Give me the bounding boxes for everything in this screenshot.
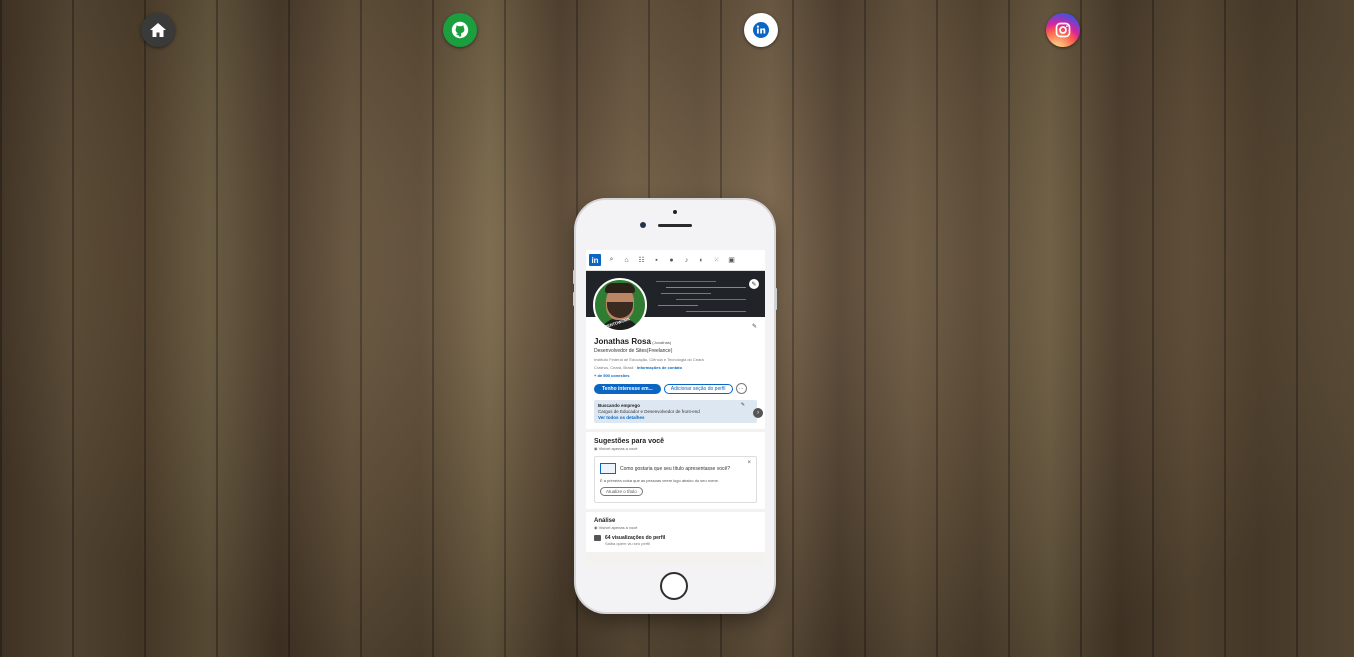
- me-avatar-icon[interactable]: ◐: [697, 256, 706, 265]
- home-icon: [150, 23, 166, 37]
- open-to-work-link[interactable]: Ver todos os detalhes: [598, 415, 745, 420]
- sensor: [673, 210, 677, 214]
- profile-education: Instituto Federal de Educação, Ciência e…: [594, 357, 704, 362]
- linkedin-navbar: in ⌕ ⌂ ☷ ▪ ● ♪ ◐ ⁙ ▣: [586, 250, 765, 271]
- profile-location: Cratéus, Ceará, Brasil: [594, 365, 634, 370]
- eye-icon: ◉: [594, 446, 598, 451]
- phone-home-button: [660, 572, 688, 600]
- profile-headline: Desenvolvedor de Sites(Freelance): [594, 348, 673, 354]
- profile-views-sub: Saiba quem viu seu perfil: [605, 541, 650, 546]
- linkedin-logo[interactable]: in: [589, 254, 601, 266]
- analytics-visibility: Visível apenas a você: [598, 525, 638, 530]
- phone-mockup: in ⌕ ⌂ ☷ ▪ ● ♪ ◐ ⁙ ▣ ✎ #OPENTOWORK ✎ Jon…: [573, 200, 777, 612]
- profile-name: Jonathas Rosa: [594, 337, 651, 346]
- eye-icon: ◉: [594, 525, 598, 530]
- open-to-button[interactable]: Tenho interesse em...: [594, 383, 661, 394]
- phone-screen: in ⌕ ⌂ ☷ ▪ ● ♪ ◐ ⁙ ▣ ✎ #OPENTOWORK ✎ Jon…: [586, 250, 765, 566]
- profile-pronoun: (Jonathas): [652, 340, 672, 345]
- home-nav-icon[interactable]: ⌂: [622, 256, 631, 265]
- edit-banner-icon[interactable]: ✎: [749, 279, 759, 289]
- add-section-button[interactable]: Adicionar seção do perfil: [663, 383, 733, 394]
- contact-info-link[interactable]: Informações de contato: [637, 365, 682, 370]
- linkedin-icon: [753, 22, 769, 38]
- suggestion-item: × Como gostaria que seu título apresenta…: [594, 456, 757, 503]
- power-button: [775, 288, 777, 310]
- suggestions-title: Sugestões para você: [594, 438, 665, 445]
- notifications-icon[interactable]: ♪: [682, 256, 691, 265]
- github-icon: [451, 21, 469, 39]
- linkedin-link[interactable]: [744, 13, 778, 47]
- open-to-work-box[interactable]: Buscando emprego Cargos de Educador e De…: [594, 400, 763, 423]
- apps-grid-icon[interactable]: ⁙: [712, 256, 721, 265]
- edit-open-to-work-icon[interactable]: ✎: [741, 402, 745, 408]
- avatar[interactable]: #OPENTOWORK: [593, 278, 647, 332]
- open-to-work-title: Buscando emprego: [598, 403, 641, 408]
- chevron-right-icon[interactable]: ›: [753, 408, 763, 418]
- search-icon[interactable]: ⌕: [607, 256, 616, 265]
- volume-down-button: [573, 292, 575, 306]
- people-icon: [594, 535, 601, 541]
- more-button[interactable]: ···: [735, 383, 747, 394]
- edit-profile-icon[interactable]: ✎: [752, 323, 757, 330]
- suggestion-question: Como gostaria que seu título apresentass…: [620, 465, 731, 472]
- analytics-title: Análise: [594, 518, 616, 524]
- jobs-icon[interactable]: ▪: [652, 256, 661, 265]
- messaging-icon[interactable]: ●: [667, 256, 676, 265]
- earpiece-speaker: [658, 224, 692, 227]
- profile-card: ✎ #OPENTOWORK ✎ Jonathas Rosa (Jonathas)…: [586, 271, 765, 429]
- connections-link[interactable]: + de 500 conexões: [594, 373, 757, 378]
- network-icon[interactable]: ☷: [637, 256, 646, 265]
- instagram-link[interactable]: [1046, 13, 1080, 47]
- headline-card-icon: [600, 463, 616, 474]
- analytics-card: Análise ◉ Visível apenas a você 64 visua…: [586, 512, 765, 552]
- suggestion-description: É a primeira coisa que as pessoas veem l…: [600, 478, 719, 483]
- suggestions-card: Sugestões para você ◉ Visível apenas a v…: [586, 432, 765, 509]
- home-link[interactable]: [141, 13, 175, 47]
- premium-icon[interactable]: ▣: [727, 256, 736, 265]
- front-camera: [640, 222, 646, 228]
- volume-up-button: [573, 270, 575, 284]
- update-headline-button[interactable]: Atualize o título: [600, 487, 643, 496]
- open-to-work-roles: Cargos de Educador e Desenvolvedor de fr…: [598, 409, 700, 414]
- instagram-icon: [1055, 22, 1071, 38]
- github-link[interactable]: [443, 13, 477, 47]
- suggestions-visibility: Visível apenas a você: [598, 446, 638, 451]
- close-icon[interactable]: ×: [747, 460, 751, 466]
